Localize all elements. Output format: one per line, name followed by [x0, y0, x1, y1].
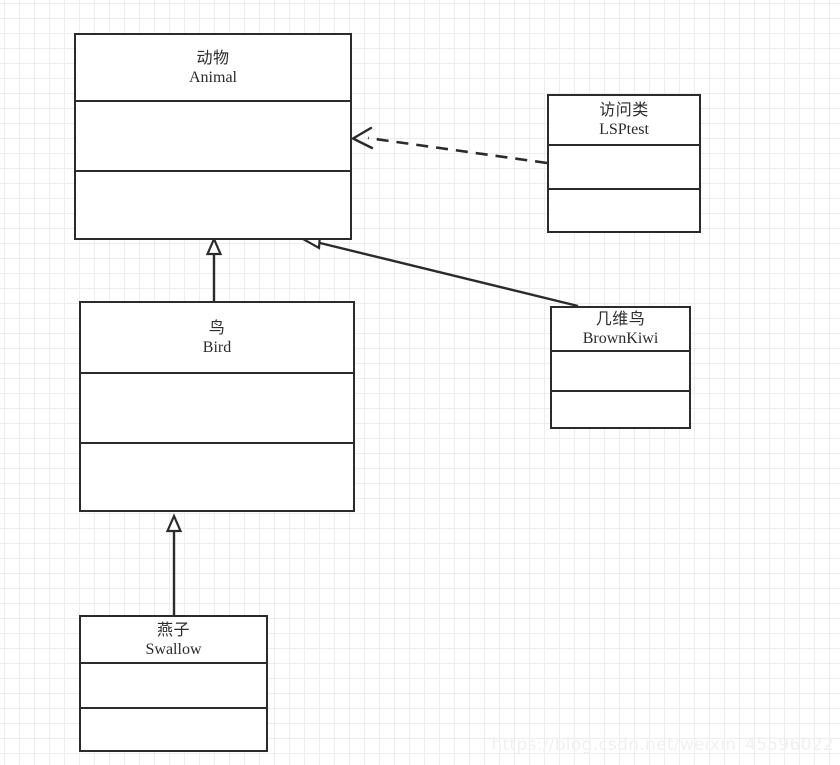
uml-class-bird[interactable]: 鸟 Bird: [79, 301, 355, 512]
relationship-generalization-bird-animal: [205, 236, 223, 301]
uml-class-lsptest-name-cn: 访问类: [599, 100, 649, 120]
open-v-arrowhead-icon: [351, 126, 374, 150]
uml-class-animal[interactable]: 动物 Animal: [74, 33, 352, 240]
uml-class-swallow[interactable]: 燕子 Swallow: [79, 615, 268, 752]
uml-class-swallow-attributes: [81, 664, 266, 709]
uml-class-animal-name-cn: 动物: [196, 47, 230, 67]
diagram-canvas: 动物 Animal 访问类 LSPtest 鸟 Bird 几维鸟 BrownKi…: [0, 0, 840, 765]
uml-class-swallow-header: 燕子 Swallow: [81, 617, 266, 664]
uml-class-brownkiwi-header: 几维鸟 BrownKiwi: [552, 308, 689, 352]
uml-class-lsptest[interactable]: 访问类 LSPtest: [547, 94, 701, 233]
uml-class-lsptest-header: 访问类 LSPtest: [549, 96, 699, 146]
uml-class-bird-header: 鸟 Bird: [81, 303, 353, 374]
generalization-line: [319, 241, 579, 308]
relationship-dependency-lsptest-animal: [351, 126, 548, 165]
uml-class-lsptest-name-en: LSPtest: [599, 121, 649, 138]
hollow-triangle-arrowhead-icon: [165, 513, 183, 533]
dependency-line: [367, 136, 548, 165]
relationship-generalization-swallow-bird: [165, 513, 183, 615]
uml-class-brownkiwi-attributes: [552, 352, 689, 392]
uml-class-animal-name-en: Animal: [189, 68, 237, 86]
uml-class-bird-operations: [81, 444, 353, 510]
uml-class-brownkiwi-name-cn: 几维鸟: [595, 309, 646, 329]
uml-class-brownkiwi-operations: [552, 392, 689, 427]
uml-class-bird-name-en: Bird: [202, 338, 232, 356]
uml-class-bird-attributes: [81, 374, 353, 444]
uml-class-brownkiwi-name-en: BrownKiwi: [582, 330, 659, 347]
relationship-generalization-brownkiwi-animal: [300, 233, 579, 308]
uml-class-brownkiwi[interactable]: 几维鸟 BrownKiwi: [550, 306, 691, 429]
uml-class-swallow-name-en: Swallow: [145, 640, 202, 658]
uml-class-lsptest-attributes: [549, 146, 699, 190]
uml-class-swallow-name-cn: 燕子: [156, 619, 190, 639]
uml-class-lsptest-operations: [549, 190, 699, 231]
hollow-triangle-arrowhead-icon: [205, 236, 223, 256]
uml-class-animal-header: 动物 Animal: [76, 35, 350, 102]
uml-class-swallow-operations: [81, 709, 266, 750]
uml-class-animal-attributes: [76, 102, 350, 172]
watermark-text: https://blog.csdn.net/weixin_45596022: [491, 735, 834, 755]
uml-class-bird-name-cn: 鸟: [208, 317, 226, 337]
uml-class-animal-operations: [76, 172, 350, 238]
